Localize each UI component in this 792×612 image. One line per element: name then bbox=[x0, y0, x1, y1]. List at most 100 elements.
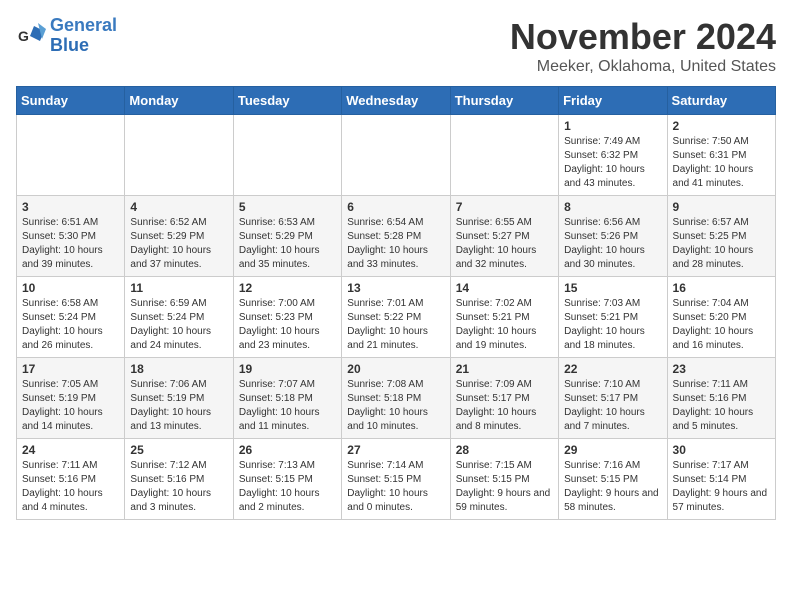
day-info: Sunrise: 7:16 AM Sunset: 5:15 PM Dayligh… bbox=[564, 459, 661, 515]
day-number: 28 bbox=[456, 443, 553, 457]
day-info: Sunrise: 6:58 AM Sunset: 5:24 PM Dayligh… bbox=[22, 297, 119, 353]
calendar-cell: 30Sunrise: 7:17 AM Sunset: 5:14 PM Dayli… bbox=[667, 439, 775, 520]
day-number: 25 bbox=[130, 443, 227, 457]
day-info: Sunrise: 7:09 AM Sunset: 5:17 PM Dayligh… bbox=[456, 378, 553, 434]
day-info: Sunrise: 7:07 AM Sunset: 5:18 PM Dayligh… bbox=[239, 378, 336, 434]
header: G General Blue November 2024 Meeker, Okl… bbox=[16, 16, 776, 76]
day-number: 13 bbox=[347, 281, 444, 295]
day-number: 8 bbox=[564, 200, 661, 214]
day-info: Sunrise: 7:06 AM Sunset: 5:19 PM Dayligh… bbox=[130, 378, 227, 434]
calendar-cell: 23 Sunrise: 7:11 AM Sunset: 5:16 PM Dayli… bbox=[667, 358, 775, 439]
weekday-header: Friday bbox=[559, 87, 667, 115]
logo: G General Blue bbox=[16, 16, 117, 56]
day-number: 21 bbox=[456, 362, 553, 376]
calendar-cell: 10 Sunrise: 6:58 AM Sunset: 5:24 PM Dayli… bbox=[17, 277, 125, 358]
calendar: SundayMondayTuesdayWednesdayThursdayFrid… bbox=[16, 86, 776, 520]
logo-icon: G bbox=[16, 21, 46, 51]
day-info: Sunrise: 7:13 AM Sunset: 5:15 PM Dayligh… bbox=[239, 459, 336, 515]
day-number: 26 bbox=[239, 443, 336, 457]
day-info: Sunrise: 7:11 AM Sunset: 5:16 PM Dayligh… bbox=[22, 459, 119, 515]
calendar-cell: 29 Sunrise: 7:16 AM Sunset: 5:15 PM Dayli… bbox=[559, 439, 667, 520]
svg-text:G: G bbox=[18, 28, 29, 44]
calendar-cell: 20Sunrise: 7:08 AM Sunset: 5:18 PM Dayli… bbox=[342, 358, 450, 439]
day-info: Sunrise: 6:54 AM Sunset: 5:28 PM Dayligh… bbox=[347, 216, 444, 272]
calendar-week-row: 3 Sunrise: 6:51 AM Sunset: 5:30 PM Daylig… bbox=[17, 196, 776, 277]
calendar-week-row: 24 Sunrise: 7:11 AM Sunset: 5:16 PM Dayli… bbox=[17, 439, 776, 520]
calendar-cell: 28 Sunrise: 7:15 AM Sunset: 5:15 PM Dayli… bbox=[450, 439, 558, 520]
day-info: Sunrise: 7:05 AM Sunset: 5:19 PM Dayligh… bbox=[22, 378, 119, 434]
day-number: 30 bbox=[673, 443, 770, 457]
day-info: Sunrise: 7:12 AM Sunset: 5:16 PM Dayligh… bbox=[130, 459, 227, 515]
weekday-header: Monday bbox=[125, 87, 233, 115]
day-number: 27 bbox=[347, 443, 444, 457]
day-number: 16 bbox=[673, 281, 770, 295]
day-number: 10 bbox=[22, 281, 119, 295]
day-number: 5 bbox=[239, 200, 336, 214]
day-info: Sunrise: 7:02 AM Sunset: 5:21 PM Dayligh… bbox=[456, 297, 553, 353]
day-number: 1 bbox=[564, 119, 661, 133]
day-info: Sunrise: 7:50 AM Sunset: 6:31 PM Dayligh… bbox=[673, 135, 770, 191]
weekday-header: Sunday bbox=[17, 87, 125, 115]
calendar-cell: 19 Sunrise: 7:07 AM Sunset: 5:18 PM Dayli… bbox=[233, 358, 341, 439]
day-number: 11 bbox=[130, 281, 227, 295]
calendar-header-row: SundayMondayTuesdayWednesdayThursdayFrid… bbox=[17, 87, 776, 115]
calendar-cell: 27Sunrise: 7:14 AM Sunset: 5:15 PM Dayli… bbox=[342, 439, 450, 520]
calendar-cell bbox=[450, 115, 558, 196]
day-number: 23 bbox=[673, 362, 770, 376]
calendar-cell: 16Sunrise: 7:04 AM Sunset: 5:20 PM Dayli… bbox=[667, 277, 775, 358]
logo-line2: Blue bbox=[50, 35, 89, 55]
day-info: Sunrise: 6:53 AM Sunset: 5:29 PM Dayligh… bbox=[239, 216, 336, 272]
calendar-week-row: 17 Sunrise: 7:05 AM Sunset: 5:19 PM Dayli… bbox=[17, 358, 776, 439]
month-title: November 2024 bbox=[510, 16, 776, 58]
calendar-cell: 1Sunrise: 7:49 AM Sunset: 6:32 PM Daylig… bbox=[559, 115, 667, 196]
calendar-cell: 11 Sunrise: 6:59 AM Sunset: 5:24 PM Dayli… bbox=[125, 277, 233, 358]
day-number: 6 bbox=[347, 200, 444, 214]
day-info: Sunrise: 6:51 AM Sunset: 5:30 PM Dayligh… bbox=[22, 216, 119, 272]
calendar-cell: 12Sunrise: 7:00 AM Sunset: 5:23 PM Dayli… bbox=[233, 277, 341, 358]
day-number: 29 bbox=[564, 443, 661, 457]
day-info: Sunrise: 7:01 AM Sunset: 5:22 PM Dayligh… bbox=[347, 297, 444, 353]
calendar-cell: 14 Sunrise: 7:02 AM Sunset: 5:21 PM Dayli… bbox=[450, 277, 558, 358]
calendar-cell: 2 Sunrise: 7:50 AM Sunset: 6:31 PM Daylig… bbox=[667, 115, 775, 196]
calendar-cell: 21 Sunrise: 7:09 AM Sunset: 5:17 PM Dayli… bbox=[450, 358, 558, 439]
day-number: 19 bbox=[239, 362, 336, 376]
day-info: Sunrise: 7:11 AM Sunset: 5:16 PM Dayligh… bbox=[673, 378, 770, 434]
calendar-week-row: 10 Sunrise: 6:58 AM Sunset: 5:24 PM Dayli… bbox=[17, 277, 776, 358]
calendar-cell bbox=[342, 115, 450, 196]
day-info: Sunrise: 7:15 AM Sunset: 5:15 PM Dayligh… bbox=[456, 459, 553, 515]
calendar-cell: 26 Sunrise: 7:13 AM Sunset: 5:15 PM Dayli… bbox=[233, 439, 341, 520]
weekday-header: Thursday bbox=[450, 87, 558, 115]
day-number: 3 bbox=[22, 200, 119, 214]
day-number: 14 bbox=[456, 281, 553, 295]
weekday-header: Wednesday bbox=[342, 87, 450, 115]
day-info: Sunrise: 6:57 AM Sunset: 5:25 PM Dayligh… bbox=[673, 216, 770, 272]
calendar-cell: 7Sunrise: 6:55 AM Sunset: 5:27 PM Daylig… bbox=[450, 196, 558, 277]
calendar-cell bbox=[233, 115, 341, 196]
calendar-cell: 15Sunrise: 7:03 AM Sunset: 5:21 PM Dayli… bbox=[559, 277, 667, 358]
day-info: Sunrise: 6:52 AM Sunset: 5:29 PM Dayligh… bbox=[130, 216, 227, 272]
day-number: 2 bbox=[673, 119, 770, 133]
calendar-cell: 24 Sunrise: 7:11 AM Sunset: 5:16 PM Dayli… bbox=[17, 439, 125, 520]
calendar-cell: 4 Sunrise: 6:52 AM Sunset: 5:29 PM Daylig… bbox=[125, 196, 233, 277]
calendar-cell: 9 Sunrise: 6:57 AM Sunset: 5:25 PM Daylig… bbox=[667, 196, 775, 277]
calendar-cell: 5 Sunrise: 6:53 AM Sunset: 5:29 PM Daylig… bbox=[233, 196, 341, 277]
calendar-cell: 22Sunrise: 7:10 AM Sunset: 5:17 PM Dayli… bbox=[559, 358, 667, 439]
day-number: 4 bbox=[130, 200, 227, 214]
calendar-cell: 13 Sunrise: 7:01 AM Sunset: 5:22 PM Dayli… bbox=[342, 277, 450, 358]
logo-line1: General bbox=[50, 15, 117, 35]
day-info: Sunrise: 6:55 AM Sunset: 5:27 PM Dayligh… bbox=[456, 216, 553, 272]
day-number: 18 bbox=[130, 362, 227, 376]
day-info: Sunrise: 7:08 AM Sunset: 5:18 PM Dayligh… bbox=[347, 378, 444, 434]
day-info: Sunrise: 6:59 AM Sunset: 5:24 PM Dayligh… bbox=[130, 297, 227, 353]
title-area: November 2024 Meeker, Oklahoma, United S… bbox=[510, 16, 776, 76]
calendar-cell: 17 Sunrise: 7:05 AM Sunset: 5:19 PM Dayli… bbox=[17, 358, 125, 439]
calendar-cell: 25 Sunrise: 7:12 AM Sunset: 5:16 PM Dayli… bbox=[125, 439, 233, 520]
day-number: 24 bbox=[22, 443, 119, 457]
day-number: 9 bbox=[673, 200, 770, 214]
calendar-cell: 3 Sunrise: 6:51 AM Sunset: 5:30 PM Daylig… bbox=[17, 196, 125, 277]
weekday-header: Tuesday bbox=[233, 87, 341, 115]
day-number: 12 bbox=[239, 281, 336, 295]
day-number: 15 bbox=[564, 281, 661, 295]
logo-text: General Blue bbox=[50, 16, 117, 56]
day-number: 17 bbox=[22, 362, 119, 376]
